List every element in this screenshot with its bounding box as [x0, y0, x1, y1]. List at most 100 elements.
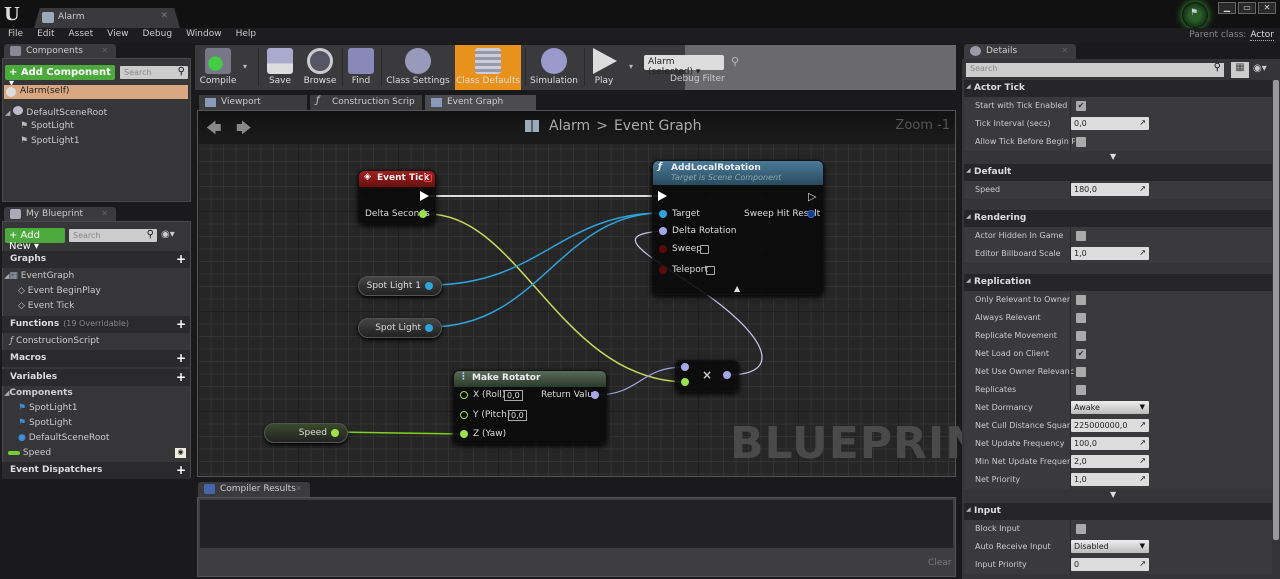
- property-dropdown[interactable]: Awake: [1071, 401, 1149, 414]
- sweep-pin[interactable]: [659, 245, 667, 253]
- property-checkbox[interactable]: [1076, 331, 1086, 341]
- expand-advanced-icon[interactable]: ▼: [1110, 152, 1116, 161]
- details-section-actor-tick[interactable]: Actor Tick: [964, 80, 1272, 97]
- column-divider[interactable]: [1070, 381, 1071, 399]
- details-scrollbar[interactable]: [1273, 80, 1279, 540]
- target-pin[interactable]: [659, 210, 667, 218]
- compiler-results-tab[interactable]: Compiler Results ✕: [198, 482, 310, 497]
- column-divider[interactable]: [1070, 345, 1071, 363]
- pin-label: Return Value: [541, 390, 599, 400]
- visibility-eye-icon[interactable]: ◉▾: [1253, 63, 1267, 74]
- property-number-input[interactable]: 180,0: [1071, 183, 1149, 196]
- property-label: Replicate Movement: [975, 331, 1057, 340]
- property-label: Always Relevant: [975, 313, 1041, 322]
- details-tab-label: Details: [986, 46, 1018, 56]
- close-tab-icon[interactable]: ✕: [295, 484, 302, 493]
- sweep-checkbox[interactable]: [700, 245, 709, 254]
- property-checkbox[interactable]: [1076, 524, 1086, 534]
- property-number-input[interactable]: 100,0: [1071, 437, 1149, 450]
- spot-light-1-out-pin[interactable]: [425, 282, 433, 290]
- details-row: Net Use Owner Relevanc: [964, 363, 1272, 381]
- property-number-input[interactable]: 225000000,0: [1071, 419, 1149, 432]
- property-matrix-icon[interactable]: ▦: [1231, 62, 1249, 78]
- pin-label: Y (Pitch): [473, 410, 511, 420]
- property-checkbox[interactable]: [1076, 295, 1086, 305]
- details-search-input[interactable]: Search ⚲: [966, 62, 1224, 77]
- column-divider[interactable]: [1070, 133, 1071, 151]
- struct-icon: ⋮: [459, 372, 468, 382]
- search-icon: ⚲: [1213, 62, 1221, 73]
- details-section-replication[interactable]: Replication: [964, 274, 1272, 291]
- pin-label: Target: [672, 209, 700, 219]
- property-checkbox[interactable]: [1076, 313, 1086, 323]
- y-pitch-pin[interactable]: [460, 411, 468, 419]
- details-tab[interactable]: Details ✕: [964, 44, 1076, 59]
- node-header: ƒ AddLocalRotation Target is Scene Compone…: [653, 161, 823, 185]
- teleport-checkbox[interactable]: [706, 266, 715, 275]
- property-label: Tick Interval (secs): [975, 119, 1051, 128]
- property-label: Min Net Update Frequenc: [975, 457, 1075, 466]
- property-number-input[interactable]: 0: [1071, 558, 1149, 571]
- exec-out-pin[interactable]: ▷: [808, 190, 816, 203]
- property-label: Net Dormancy: [975, 403, 1033, 412]
- search-placeholder: Search: [970, 64, 998, 73]
- x-roll-pin[interactable]: [460, 391, 468, 399]
- details-row: Net Load on Client ✔: [964, 345, 1272, 363]
- clear-button[interactable]: Clear: [928, 558, 952, 568]
- multiply-out-pin[interactable]: [723, 371, 731, 379]
- column-divider[interactable]: [1070, 227, 1071, 245]
- column-divider[interactable]: [1070, 309, 1071, 327]
- return-value-pin[interactable]: [591, 391, 599, 399]
- object-wire-spotlight: [429, 212, 663, 328]
- property-checkbox[interactable]: ✔: [1076, 349, 1086, 359]
- pin-label: Delta Rotation: [672, 226, 737, 236]
- delta-rotation-pin[interactable]: [659, 227, 667, 235]
- sweep-hit-result-pin[interactable]: [807, 210, 815, 218]
- details-section-input[interactable]: Input: [964, 503, 1272, 520]
- z-yaw-pin[interactable]: [460, 430, 468, 438]
- property-number-input[interactable]: 2,0: [1071, 455, 1149, 468]
- exec-in-pin[interactable]: [658, 191, 667, 201]
- exec-out-pin[interactable]: [420, 191, 429, 201]
- multiply-b-pin[interactable]: [681, 378, 689, 386]
- teleport-pin[interactable]: [659, 266, 667, 274]
- multiply-a-pin[interactable]: [681, 363, 689, 371]
- column-divider[interactable]: [1070, 327, 1071, 345]
- node-title: Make Rotator: [472, 373, 541, 383]
- info-icon: [970, 46, 981, 56]
- column-divider[interactable]: [1070, 363, 1071, 381]
- property-number-input[interactable]: 1,0: [1071, 473, 1149, 486]
- y-pitch-input[interactable]: 0,0: [508, 410, 527, 421]
- details-row: Always Relevant: [964, 309, 1272, 327]
- column-divider[interactable]: [1070, 97, 1071, 115]
- column-divider[interactable]: [1070, 291, 1071, 309]
- expand-node-icon[interactable]: ▲: [734, 284, 740, 293]
- node-title: Spot Light: [375, 323, 421, 333]
- details-row: Start with Tick Enabled ✔: [964, 97, 1272, 115]
- property-checkbox[interactable]: [1076, 137, 1086, 147]
- details-row: Only Relevant to Owner: [964, 291, 1272, 309]
- compiler-tab-label: Compiler Results: [220, 484, 296, 494]
- details-section-rendering[interactable]: Rendering: [964, 210, 1272, 227]
- pin-label: Sweep: [672, 244, 702, 254]
- property-checkbox[interactable]: [1076, 367, 1086, 377]
- x-roll-input[interactable]: 0,0: [504, 390, 523, 401]
- property-dropdown[interactable]: Disabled: [1071, 540, 1149, 553]
- speed-out-pin[interactable]: [331, 429, 339, 437]
- column-divider[interactable]: [1070, 520, 1071, 538]
- property-checkbox[interactable]: ✔: [1076, 101, 1086, 111]
- property-number-input[interactable]: 0,0: [1071, 117, 1149, 130]
- property-checkbox[interactable]: [1076, 231, 1086, 241]
- expand-advanced-icon[interactable]: ▼: [1110, 490, 1116, 499]
- node-header: ◈ Event Tick: [359, 171, 435, 187]
- property-number-input[interactable]: 1,0: [1071, 247, 1149, 260]
- details-section-default[interactable]: Default: [964, 164, 1272, 181]
- delta-seconds-pin[interactable]: [419, 210, 427, 218]
- spot-light-out-pin[interactable]: [425, 324, 433, 332]
- details-row: Net Cull Distance Square 225000000,0: [964, 417, 1272, 435]
- property-checkbox[interactable]: [1076, 385, 1086, 395]
- delegate-pin-icon[interactable]: [424, 174, 432, 182]
- property-label: Net Update Frequency: [975, 439, 1065, 448]
- property-label: Only Relevant to Owner: [975, 295, 1071, 304]
- close-tab-icon[interactable]: ✕: [1061, 46, 1068, 55]
